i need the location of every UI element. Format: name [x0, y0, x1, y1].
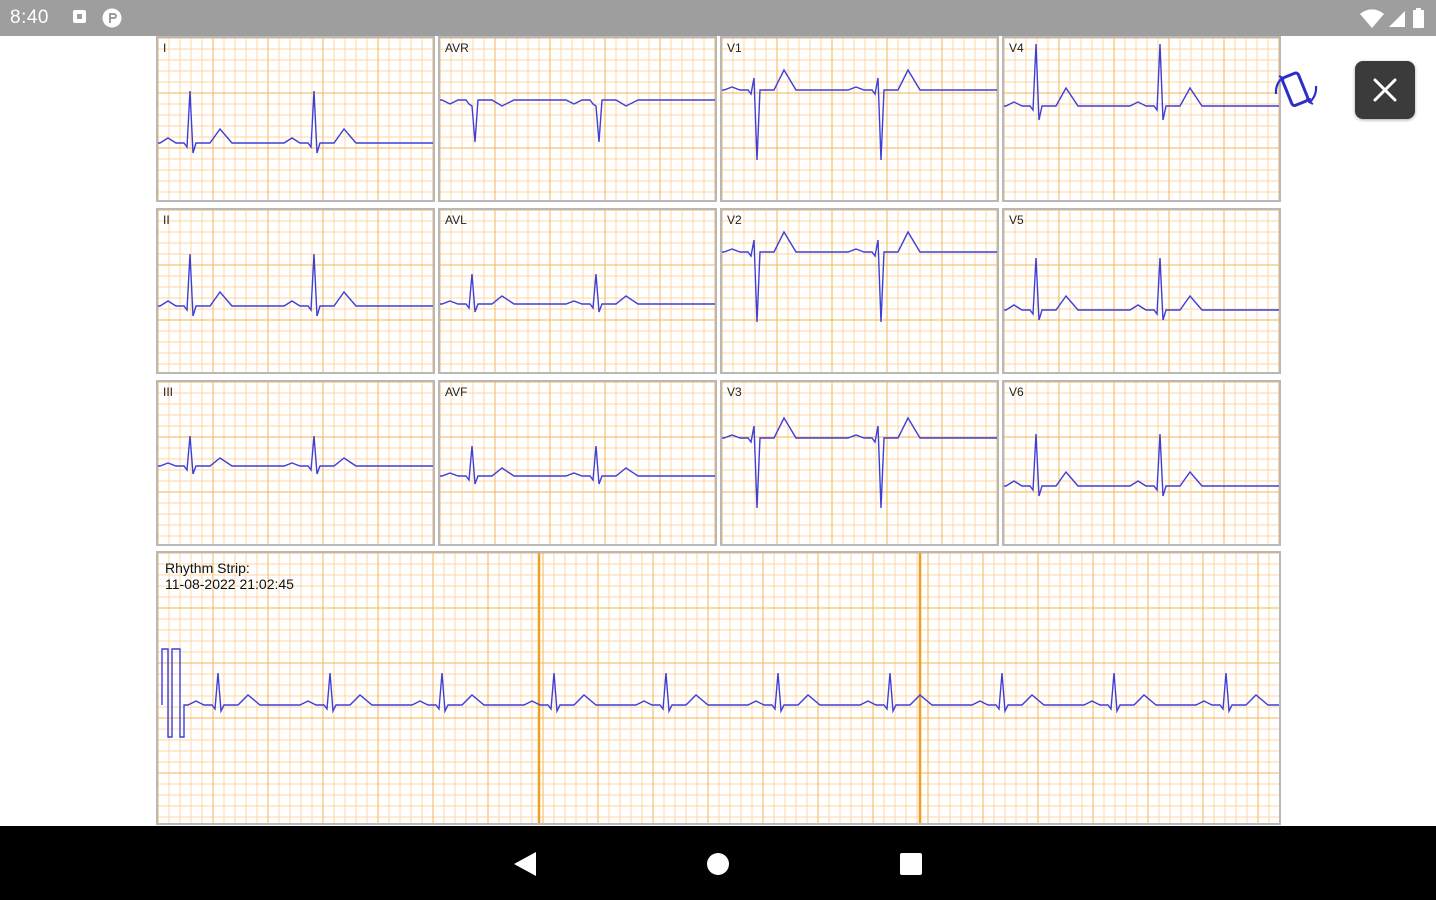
lead-panel-ii: II — [156, 208, 435, 374]
lead-panel-i: I — [156, 36, 435, 202]
ecg-trace-v6 — [1004, 433, 1279, 497]
lead-panel-v4: V4 — [1002, 36, 1281, 202]
lead-label: V6 — [1009, 385, 1024, 399]
ecg-trace-iii — [158, 435, 433, 475]
rhythm-strip-timestamp: 11-08-2022 21:02:45 — [165, 576, 294, 592]
status-bar: 8:40 — [0, 0, 1436, 36]
ecg-trace-rhythm — [161, 648, 1279, 738]
lead-panel-v5: V5 — [1002, 208, 1281, 374]
lead-label: V1 — [727, 41, 742, 55]
back-icon — [514, 852, 536, 876]
navigation-bar — [0, 826, 1436, 900]
lead-label: AVF — [445, 385, 468, 399]
p-circle-icon — [102, 8, 122, 28]
notification-square-icon — [73, 10, 86, 23]
ecg-trace-i — [158, 90, 433, 154]
ecg-trace-avl — [440, 273, 715, 313]
lead-label: AVL — [445, 213, 467, 227]
rhythm-strip-title: Rhythm Strip: — [165, 560, 250, 576]
ecg-trace-v5 — [1004, 257, 1279, 321]
rhythm-strip-header: Rhythm Strip: 11-08-2022 21:02:45 — [165, 560, 294, 592]
battery-icon — [1413, 8, 1424, 28]
lead-label: III — [163, 385, 174, 399]
lead-panel-avf: AVF — [438, 380, 717, 546]
rhythm-strip-panel: Rhythm Strip: 11-08-2022 21:02:45 — [156, 551, 1281, 825]
ecg-trace-avr — [440, 99, 715, 143]
lead-label: V2 — [727, 213, 742, 227]
nav-home-button[interactable] — [706, 852, 730, 876]
lead-label: V5 — [1009, 213, 1024, 227]
wifi-icon — [1360, 9, 1384, 28]
ecg-trace-v2 — [722, 230, 997, 323]
ecg-trace-avf — [440, 445, 715, 485]
ecg-trace-v4 — [1004, 43, 1279, 121]
home-icon — [707, 853, 729, 875]
lead-panel-iii: III — [156, 380, 435, 546]
lead-label: AVR — [445, 41, 469, 55]
status-time: 8:40 — [10, 7, 49, 28]
lead-panel-v3: V3 — [720, 380, 999, 546]
lead-label: II — [163, 213, 170, 227]
lead-label: V4 — [1009, 41, 1024, 55]
screen-rotation-icon — [1274, 71, 1318, 107]
close-button[interactable] — [1355, 61, 1415, 119]
ecg-trace-ii — [158, 253, 433, 317]
nav-back-button[interactable] — [512, 850, 538, 878]
nav-recents-button[interactable] — [899, 852, 923, 876]
recents-icon — [900, 853, 922, 875]
lead-panel-v2: V2 — [720, 208, 999, 374]
lead-panel-v1: V1 — [720, 36, 999, 202]
lead-panel-avr: AVR — [438, 36, 717, 202]
lead-label: I — [163, 41, 167, 55]
lead-panel-v6: V6 — [1002, 380, 1281, 546]
close-icon — [1373, 78, 1397, 102]
lead-label: V3 — [727, 385, 742, 399]
signal-icon — [1389, 11, 1405, 27]
ecg-trace-v1 — [722, 68, 997, 161]
rotate-screen-button[interactable] — [1270, 68, 1322, 112]
ecg-trace-v3 — [722, 416, 997, 509]
lead-panel-avl: AVL — [438, 208, 717, 374]
